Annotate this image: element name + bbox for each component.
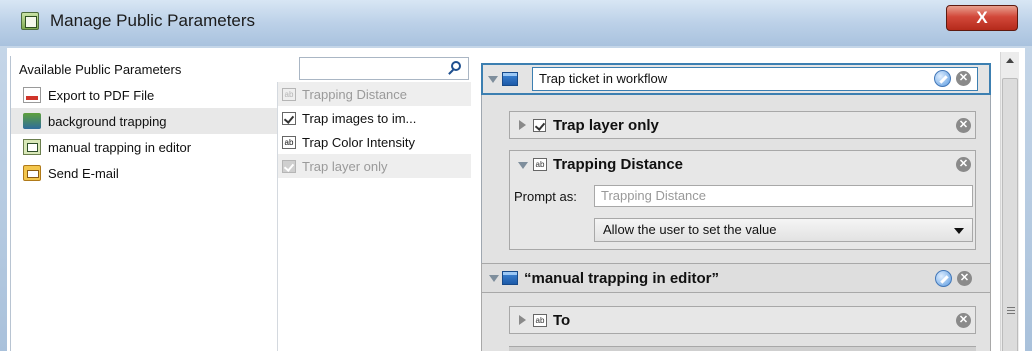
list-item-export-pdf[interactable]: Export to PDF File (11, 82, 277, 108)
scroll-up-icon[interactable] (1006, 58, 1014, 63)
search-icon[interactable] (451, 61, 461, 71)
edit-icon[interactable] (935, 270, 952, 287)
param-to[interactable]: ab To ✕ (509, 306, 976, 334)
search-box[interactable] (299, 57, 469, 80)
param-trap-layer-only[interactable]: Trap layer only ✕ (509, 111, 976, 139)
remove-icon[interactable]: ✕ (956, 118, 971, 133)
sub-item-label: Trapping Distance (302, 86, 408, 102)
mail-icon (23, 165, 41, 181)
param-label: Trap layer only (553, 117, 659, 134)
list-item-label: Send E-mail (48, 165, 119, 181)
remove-icon[interactable]: ✕ (957, 271, 972, 286)
vertical-scrollbar[interactable] (1000, 52, 1019, 351)
ticket-icon (502, 271, 518, 285)
search-input[interactable] (300, 58, 440, 79)
group-trap-ticket-header: Trap ticket in workflow ✕ (482, 64, 990, 94)
available-parameters-label: Available Public Parameters (19, 62, 182, 77)
param-label: To (553, 312, 571, 329)
list-item-label: background trapping (48, 113, 167, 129)
pdf-icon (23, 87, 41, 103)
editor-icon (23, 139, 41, 155)
value-mode-select[interactable]: Allow the user to set the value (594, 218, 973, 242)
available-parameters-pane: Available Public Parameters Export to PD… (10, 56, 471, 351)
ticket-icon (502, 72, 518, 86)
close-button[interactable]: X (946, 5, 1018, 31)
title-bar: Manage Public Parameters X (0, 0, 1032, 46)
value-mode-selected: Allow the user to set the value (603, 222, 777, 237)
group-manual-trapping[interactable]: “manual trapping in editor” ✕ (481, 263, 991, 293)
expand-triangle-icon[interactable] (519, 315, 526, 325)
list-item-background-trapping[interactable]: background trapping (11, 108, 277, 134)
checkbox-icon (533, 119, 546, 132)
checkbox-icon (282, 159, 296, 173)
sub-item-trap-layer-only[interactable]: Trap layer only (278, 154, 471, 178)
list-item-label: Export to PDF File (48, 87, 155, 103)
sub-item-trap-images[interactable]: Trap images to im... (278, 106, 471, 130)
sub-parameter-list: ab Trapping Distance Trap images to im..… (278, 82, 471, 178)
remove-icon[interactable]: ✕ (956, 157, 971, 172)
scrollbar-thumb[interactable] (1002, 78, 1018, 351)
grip-icon (1007, 307, 1015, 314)
next-item-edge (509, 346, 976, 351)
collapse-triangle-icon[interactable] (488, 76, 498, 83)
left-header: Available Public Parameters (11, 56, 471, 82)
param-label: Trapping Distance (553, 156, 684, 173)
edit-icon[interactable] (934, 70, 951, 87)
list-item-manual-trapping[interactable]: manual trapping in editor (11, 134, 277, 160)
prompt-as-input[interactable]: Trapping Distance (594, 185, 973, 207)
text-field-icon: ab (282, 135, 296, 149)
ticket-name-field[interactable]: Trap ticket in workflow (532, 67, 978, 91)
expand-triangle-icon[interactable] (519, 120, 526, 130)
sub-item-trap-color-intensity[interactable]: ab Trap Color Intensity (278, 130, 471, 154)
list-item-label: manual trapping in editor (48, 139, 192, 155)
list-item-send-email[interactable]: Send E-mail (11, 160, 277, 186)
app-icon (21, 12, 39, 30)
prompt-as-label: Prompt as: (514, 189, 577, 204)
text-field-icon: ab (533, 314, 547, 327)
window-title: Manage Public Parameters (50, 11, 256, 30)
sub-item-trapping-distance[interactable]: ab Trapping Distance (278, 82, 471, 106)
sub-item-label: Trap Color Intensity (302, 134, 415, 150)
text-field-icon: ab (533, 158, 547, 171)
trapping-icon (23, 113, 41, 129)
remove-icon[interactable]: ✕ (956, 313, 971, 328)
sub-item-label: Trap images to im... (302, 110, 417, 126)
group-label: “manual trapping in editor” (524, 270, 720, 287)
sub-item-label: Trap layer only (302, 158, 388, 174)
remove-icon[interactable]: ✕ (956, 71, 971, 86)
dropdown-arrow-icon (954, 228, 964, 234)
collapse-triangle-icon[interactable] (489, 275, 499, 282)
checkbox-icon (282, 111, 296, 125)
param-trapping-distance: ab Trapping Distance ✕ Prompt as: Trappi… (509, 150, 976, 250)
parameter-list: Export to PDF File background trapping m… (11, 82, 277, 186)
collapse-triangle-icon[interactable] (518, 162, 528, 169)
text-field-icon: ab (282, 87, 296, 101)
